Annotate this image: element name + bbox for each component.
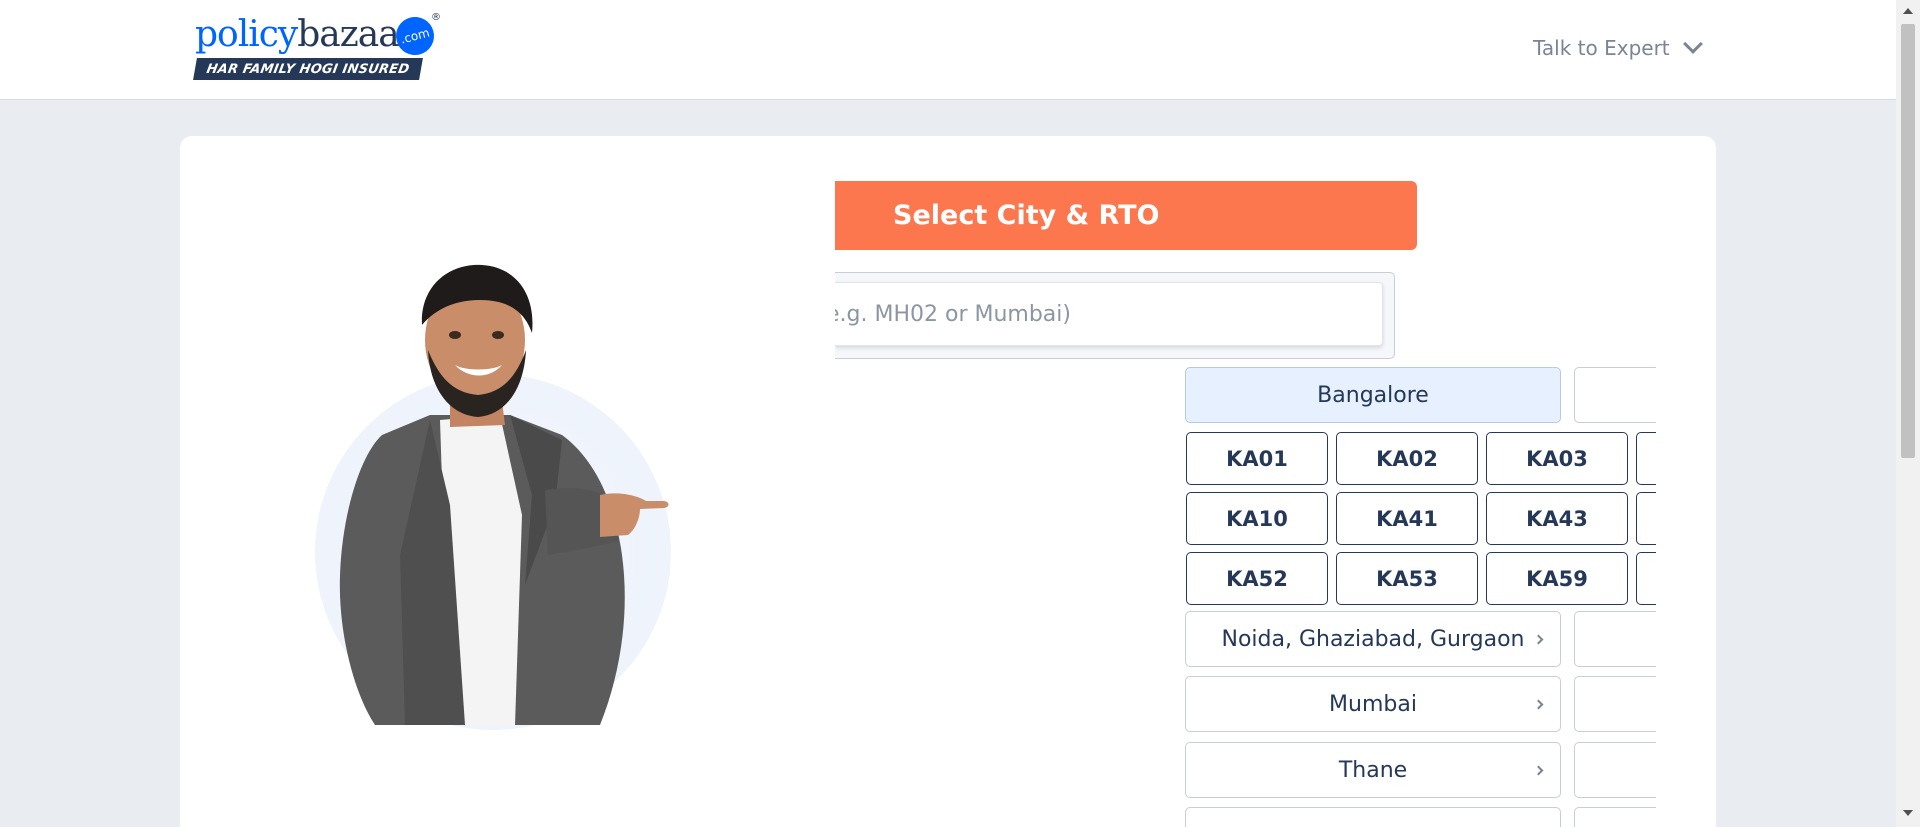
- rto-ka59-button[interactable]: KA59: [1486, 552, 1628, 605]
- city-thane-button[interactable]: Thane: [1185, 742, 1561, 798]
- rto-code: KA02: [1376, 446, 1438, 471]
- rto-code: KA01: [1226, 446, 1288, 471]
- rto-ka02-button[interactable]: KA02: [1336, 432, 1478, 485]
- city-label: Thane: [1338, 757, 1408, 783]
- policybazaar-logo[interactable]: policybazaar .com ® HAR FAMILY HOGI INSU…: [193, 12, 441, 80]
- city-label: Mumbai: [1329, 691, 1417, 717]
- logo-wordmark: policybazaar: [195, 14, 416, 55]
- rto-ka01-button[interactable]: KA01: [1186, 432, 1328, 485]
- search-container: [835, 272, 1395, 359]
- talk-to-expert-menu[interactable]: Talk to Expert: [1533, 34, 1703, 60]
- city-bangalore-button[interactable]: Bangalore: [1185, 367, 1561, 423]
- logo-word-policy: policy: [195, 14, 298, 55]
- rto-code: KA52: [1226, 566, 1288, 591]
- rto-code: KA10: [1226, 506, 1288, 531]
- panel-title: Select City & RTO: [835, 181, 1417, 250]
- chevron-down-icon: [1682, 34, 1703, 54]
- rto-ka10-button[interactable]: KA10: [1186, 492, 1328, 545]
- top-header: policybazaar .com ® HAR FAMILY HOGI INSU…: [0, 0, 1896, 100]
- rto-ka52-button[interactable]: KA52: [1186, 552, 1328, 605]
- scroll-down-arrow-icon[interactable]: [1903, 810, 1913, 816]
- rto-button-clipped[interactable]: [1636, 432, 1656, 485]
- chevron-right-icon: [1533, 765, 1544, 776]
- city-label: Bangalore: [1317, 382, 1429, 408]
- city-button-clipped[interactable]: [1574, 611, 1656, 667]
- rto-ka53-button[interactable]: KA53: [1336, 552, 1478, 605]
- logo-tagline: HAR FAMILY HOGI INSURED: [193, 58, 423, 80]
- chevron-right-icon: [1533, 634, 1544, 645]
- scroll-thumb[interactable]: [1901, 24, 1915, 458]
- city-mumbai-button[interactable]: Mumbai: [1185, 676, 1561, 732]
- city-button-partial[interactable]: [1185, 807, 1561, 827]
- city-rto-search-input[interactable]: [835, 282, 1383, 346]
- rto-code: KA43: [1526, 506, 1588, 531]
- rto-ka43-button[interactable]: KA43: [1486, 492, 1628, 545]
- scroll-up-arrow-icon[interactable]: [1903, 8, 1913, 14]
- rto-ka41-button[interactable]: KA41: [1336, 492, 1478, 545]
- city-ncr-button[interactable]: Noida, Ghaziabad, Gurgaon: [1185, 611, 1561, 667]
- rto-button-clipped[interactable]: [1636, 492, 1656, 545]
- talk-to-expert-label: Talk to Expert: [1533, 36, 1670, 60]
- rto-code: KA03: [1526, 446, 1588, 471]
- city-button-clipped[interactable]: [1574, 807, 1656, 827]
- city-button-clipped[interactable]: [1574, 367, 1656, 423]
- rto-ka03-button[interactable]: KA03: [1486, 432, 1628, 485]
- rto-button-clipped[interactable]: [1636, 552, 1656, 605]
- brand-ambassador-image: [315, 264, 671, 730]
- page-scrollbar[interactable]: [1896, 0, 1920, 827]
- city-rto-panel: Select City & RTO Bangalore KA01 KA02 KA…: [835, 170, 1656, 827]
- city-label: Noida, Ghaziabad, Gurgaon: [1221, 626, 1525, 652]
- rto-code: KA53: [1376, 566, 1438, 591]
- chevron-right-icon: [1533, 699, 1544, 710]
- rto-code: KA59: [1526, 566, 1588, 591]
- rto-code: KA41: [1376, 506, 1438, 531]
- city-button-clipped[interactable]: [1574, 676, 1656, 732]
- registered-mark: ®: [431, 12, 441, 23]
- city-button-clipped[interactable]: [1574, 742, 1656, 798]
